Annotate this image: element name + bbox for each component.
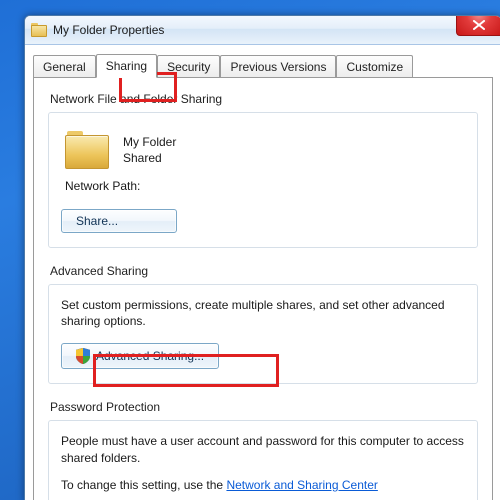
- password-change-prefix: To change this setting, use the: [61, 478, 226, 492]
- tab-sharing[interactable]: Sharing: [96, 54, 157, 78]
- nfs-status: Shared: [123, 150, 176, 166]
- folder-icon: [31, 23, 47, 37]
- nfs-group: My Folder Shared Network Path: Share...: [48, 112, 478, 248]
- advanced-section-label: Advanced Sharing: [50, 264, 478, 278]
- close-icon: [473, 20, 485, 30]
- password-group: People must have a user account and pass…: [48, 420, 478, 500]
- advanced-sharing-button[interactable]: Advanced Sharing...: [61, 343, 219, 369]
- titlebar[interactable]: My Folder Properties: [25, 16, 500, 45]
- network-path-label: Network Path:: [65, 179, 465, 193]
- nfs-folder-name: My Folder: [123, 134, 176, 150]
- nfs-info: My Folder Shared: [123, 134, 176, 166]
- client-area: General Sharing Security Previous Versio…: [25, 45, 500, 500]
- password-desc: People must have a user account and pass…: [61, 433, 465, 465]
- advanced-group: Set custom permissions, create multiple …: [48, 284, 478, 384]
- window-title: My Folder Properties: [53, 23, 164, 37]
- tabstrip: General Sharing Security Previous Versio…: [33, 53, 493, 77]
- uac-shield-icon: [76, 348, 90, 364]
- tab-panel-sharing: Network File and Folder Sharing My Folde…: [33, 77, 493, 500]
- password-change-line: To change this setting, use the Network …: [61, 478, 465, 492]
- advanced-sharing-button-label: Advanced Sharing...: [96, 349, 204, 363]
- folder-large-icon: [65, 131, 109, 169]
- share-button-label: Share...: [76, 214, 118, 228]
- network-sharing-center-link[interactable]: Network and Sharing Center: [226, 478, 377, 492]
- tab-general[interactable]: General: [33, 55, 96, 78]
- desktop-background: My Folder Properties General Sharing Sec…: [0, 0, 500, 500]
- tab-customize[interactable]: Customize: [336, 55, 413, 78]
- share-button[interactable]: Share...: [61, 209, 177, 233]
- properties-dialog: My Folder Properties General Sharing Sec…: [24, 15, 500, 500]
- tab-previous-versions[interactable]: Previous Versions: [220, 55, 336, 78]
- close-button[interactable]: [456, 15, 500, 36]
- password-section-label: Password Protection: [50, 400, 478, 414]
- tab-security[interactable]: Security: [157, 55, 220, 78]
- nfs-section-label: Network File and Folder Sharing: [50, 92, 478, 106]
- advanced-desc: Set custom permissions, create multiple …: [61, 297, 465, 329]
